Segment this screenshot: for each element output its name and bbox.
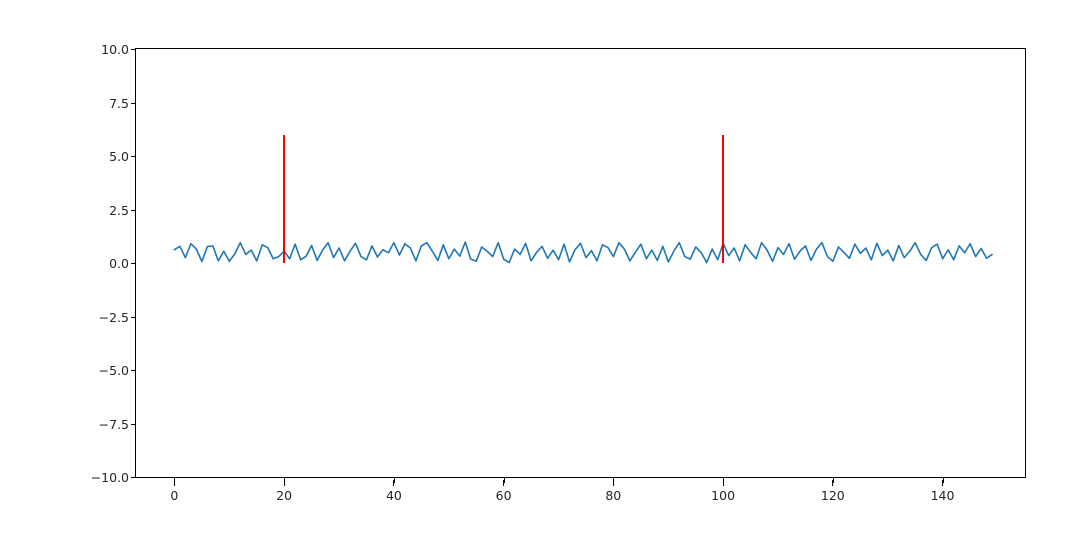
ytick-label: 10.0: [0, 42, 129, 57]
ytick-label: 0.0: [0, 256, 129, 271]
xtick-text: 120: [821, 488, 845, 503]
ytick-label: 5.0: [0, 149, 129, 164]
ytick-label: −10.0: [0, 470, 129, 485]
xtick-text: 20: [276, 488, 292, 503]
xtick-label: 100: [711, 480, 735, 503]
ytick-text: −5.0: [99, 363, 129, 378]
ytick-label: −5.0: [0, 363, 129, 378]
ytick-label: 2.5: [0, 203, 129, 218]
xtick-label: 120: [821, 480, 845, 503]
xtick-label: 0: [170, 480, 178, 503]
xtick-text: 60: [496, 488, 512, 503]
ytick-text: −7.5: [99, 417, 129, 432]
xtick-label: 80: [605, 480, 621, 503]
ytick-mark: [131, 477, 136, 478]
ytick-text: 7.5: [109, 96, 129, 111]
vline-marker: [283, 135, 285, 263]
series-line: [136, 49, 1025, 477]
chart-figure: −10.0 −7.5 −5.0 −2.5 0.0 2.5 5.0 7.5 10.…: [0, 0, 1080, 540]
ytick-text: −2.5: [99, 310, 129, 325]
xtick-text: 40: [386, 488, 402, 503]
xtick-label: 140: [931, 480, 955, 503]
ytick-text: 10.0: [101, 42, 129, 57]
ytick-text: 5.0: [109, 149, 129, 164]
xtick-label: 40: [386, 480, 402, 503]
ytick-label: 7.5: [0, 96, 129, 111]
xtick-label: 20: [276, 480, 292, 503]
ytick-label: −7.5: [0, 417, 129, 432]
xtick-text: 0: [170, 488, 178, 503]
ytick-label: −2.5: [0, 310, 129, 325]
xtick-text: 80: [605, 488, 621, 503]
ytick-text: −10.0: [91, 470, 129, 485]
xtick-text: 100: [711, 488, 735, 503]
xtick-label: 60: [496, 480, 512, 503]
vline-marker: [722, 135, 724, 263]
ytick-text: 2.5: [109, 203, 129, 218]
xtick-text: 140: [931, 488, 955, 503]
chart-axes: −10.0 −7.5 −5.0 −2.5 0.0 2.5 5.0 7.5 10.…: [135, 48, 1026, 478]
ytick-text: 0.0: [109, 256, 129, 271]
